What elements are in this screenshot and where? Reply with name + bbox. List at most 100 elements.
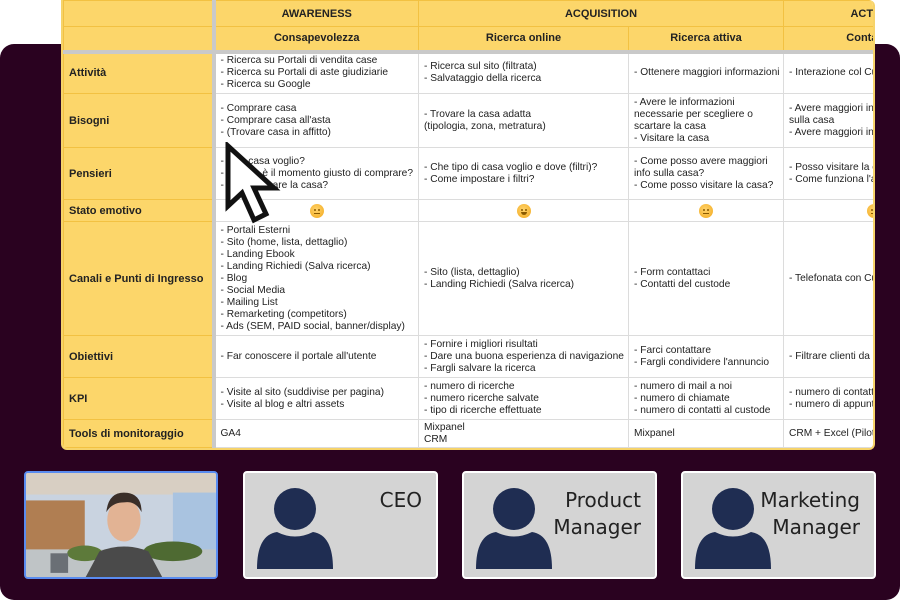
table-cell[interactable]: Mixpanel <box>628 419 784 448</box>
name-line: Marketing <box>760 488 860 512</box>
cell-line: - Interazione col Cu <box>789 67 875 79</box>
table-cell[interactable] <box>628 199 784 222</box>
cell-line: - Sito (lista, dettaglio) <box>424 266 520 278</box>
table-cell[interactable]: - numero di contatti - numero di appunt <box>783 377 875 420</box>
cell-line: - numero di appunt <box>789 398 875 410</box>
table-cell[interactable]: - Trovare la casa adatta (tipologia, zona… <box>418 93 629 148</box>
cell-line: - Comprare casa <box>220 102 297 114</box>
stage-header-row: AWARENESS ACQUISITION ACTIVAT <box>63 0 873 27</box>
mouse-cursor-icon <box>225 142 281 224</box>
table-cell[interactable]: - Ottenere maggiori informazioni <box>628 51 784 94</box>
participant-tile-marketing-manager[interactable]: Marketing Manager <box>681 471 876 579</box>
table-cell[interactable]: - Ricerca sul sito (filtrata) - Salvatagg… <box>418 51 629 94</box>
stage-activation: ACTIVAT <box>783 0 873 27</box>
table-cell[interactable]: Mixpanel CRM <box>418 419 629 448</box>
cell-line: - Avere le informazioni <box>634 96 735 108</box>
table-row: Stato emotivo <box>63 199 873 222</box>
person-avatar-icon <box>476 488 552 569</box>
table-cell[interactable]: - Comprare casa - Comprare casa all'asta -… <box>213 93 419 148</box>
table-row: KPI - Visite al sito (suddivise per pagin… <box>63 377 875 420</box>
table-cell[interactable]: - Avere le informazioni necessarie per sc… <box>628 93 784 148</box>
table-cell[interactable]: - Sito (lista, dettaglio) - Landing Richi… <box>418 221 629 336</box>
row-label[interactable]: Tools di monitoraggio <box>63 419 216 448</box>
cell-line: - Portali Esterni <box>220 224 291 236</box>
row-label[interactable]: Canali e Punti di Ingresso <box>63 221 216 336</box>
participant-tile-ceo[interactable]: CEO <box>243 471 438 579</box>
cell-line: - Salvataggio della ricerca <box>424 73 542 85</box>
row-label[interactable]: Obiettivi <box>63 335 216 378</box>
table-cell[interactable] <box>418 199 629 222</box>
cell-line: Mixpanel <box>424 421 465 433</box>
cell-line: - Landing Richiedi (Salva ricerca) <box>220 260 371 272</box>
table-cell[interactable]: GA4 <box>213 419 419 448</box>
cell-line: - Posso visitare la c <box>789 161 875 173</box>
phase-contatto: Contatto c <box>783 26 873 54</box>
cell-line: necessarie per scegliere o <box>634 108 753 120</box>
phase-ricerca-attiva: Ricerca attiva <box>628 26 784 54</box>
table-cell[interactable]: - Che tipo di casa voglio e dove (filtri… <box>418 147 629 200</box>
table-cell[interactable]: - Form contattaci - Contatti del custode <box>628 221 784 336</box>
row-label[interactable]: Stato emotivo <box>63 199 216 222</box>
cell-line: - Fargli salvare la ricerca <box>424 362 536 374</box>
table-cell[interactable]: - numero di mail a noi - numero di chiama… <box>628 377 784 420</box>
cell-line: - Ricerca sul sito (filtrata) <box>424 61 537 73</box>
person-avatar-icon <box>257 488 333 569</box>
table-cell[interactable] <box>783 199 873 222</box>
table-row: Attività - Ricerca su Portali di vendita … <box>63 51 875 94</box>
table-cell[interactable]: CRM + Excel (Pilot <box>783 419 873 448</box>
table-cell[interactable]: - numero di ricerche - numero ricerche sa… <box>418 377 629 420</box>
cell-line: - Ottenere maggiori informazioni <box>634 67 780 79</box>
table-cell[interactable]: - Farci contattare - Fargli condividere l… <box>628 335 784 378</box>
cell-line: sulla casa <box>789 114 835 126</box>
participant-name: Product Manager <box>553 487 641 541</box>
table-cell[interactable]: - Telefonata con Cu <box>783 221 875 336</box>
cell-line: - Telefonata con Cu <box>789 272 875 284</box>
cell-line: - Visite al sito (suddivise per pagina) <box>220 386 384 398</box>
cell-line: - Comprare casa all'asta <box>220 114 331 126</box>
cell-line: - Come posso visitare la casa? <box>634 179 774 191</box>
cell-line: - Filtrare clienti da p <box>789 350 875 362</box>
phase-header-row: Consapevolezza Ricerca online Ricerca at… <box>63 26 873 54</box>
cell-line: - Landing Ebook <box>220 248 295 260</box>
table-cell[interactable]: - Ricerca su Portali di vendita case - Ri… <box>213 51 419 94</box>
cell-line: - Farci contattare <box>634 344 711 356</box>
table-cell[interactable]: - Posso visitare la c- Come funziona l'a <box>783 147 875 200</box>
row-label[interactable]: KPI <box>63 377 216 420</box>
name-line: Manager <box>553 515 641 539</box>
table-cell[interactable]: - Filtrare clienti da p <box>783 335 875 378</box>
cell-line: scartare la casa <box>634 120 706 132</box>
table-cell[interactable]: - Interazione col Cu <box>783 51 875 94</box>
participant-video-tile[interactable] <box>24 471 218 579</box>
table-cell[interactable]: - Fornire i migliori risultati - Dare una… <box>418 335 629 378</box>
cell-line: - Contatti del custode <box>634 278 731 290</box>
table-cell[interactable]: - Visite al sito (suddivise per pagina) -… <box>213 377 419 420</box>
cell-line: - Ricerca su Google <box>220 79 311 91</box>
cell-line: - (Trovare casa in affitto) <box>220 126 331 138</box>
table-cell[interactable]: - Portali Esterni - Sito (home, lista, de… <box>213 221 419 336</box>
row-label[interactable]: Attività <box>63 51 216 94</box>
customer-journey-table: AWARENESS ACQUISITION ACTIVAT Consapevol… <box>63 0 875 448</box>
table-cell[interactable]: - Far conoscere il portale all'utente <box>213 335 419 378</box>
row-label[interactable]: Bisogni <box>63 93 216 148</box>
table-cell[interactable]: - Come posso avere maggiori info sulla ca… <box>628 147 784 200</box>
cell-line: - numero di contatti al custode <box>634 404 771 416</box>
neutral-face-emoji-icon <box>699 203 713 218</box>
phase-ricerca-online: Ricerca online <box>418 26 629 54</box>
shared-screen-spreadsheet[interactable]: AWARENESS ACQUISITION ACTIVAT Consapevol… <box>61 0 875 450</box>
cell-line: - numero di ricerche <box>424 380 515 392</box>
cell-line: - Remarketing (competitors) <box>220 308 347 320</box>
table-row: Pensieri - Che casa voglio? - Questo è il … <box>63 147 875 200</box>
cell-line: - Come posso avere maggiori <box>634 155 768 167</box>
cell-line: - Come impostare i filtri? <box>424 173 535 185</box>
participant-tile-product-manager[interactable]: Product Manager <box>462 471 657 579</box>
cell-line: - Blog <box>220 272 248 284</box>
cell-line: - numero di mail a noi <box>634 380 732 392</box>
participant-name: CEO <box>379 488 422 512</box>
happy-face-emoji-icon <box>516 203 531 218</box>
phase-consapevolezza: Consapevolezza <box>213 26 419 54</box>
table-row: Canali e Punti di Ingresso - Portali Este… <box>63 221 875 336</box>
table-cell[interactable]: - Avere maggiori in sulla casa - Avere mag… <box>783 93 873 148</box>
cell-line: - numero ricerche salvate <box>424 392 539 404</box>
cell-line: - Mailing List <box>220 296 278 308</box>
row-label[interactable]: Pensieri <box>63 147 216 200</box>
